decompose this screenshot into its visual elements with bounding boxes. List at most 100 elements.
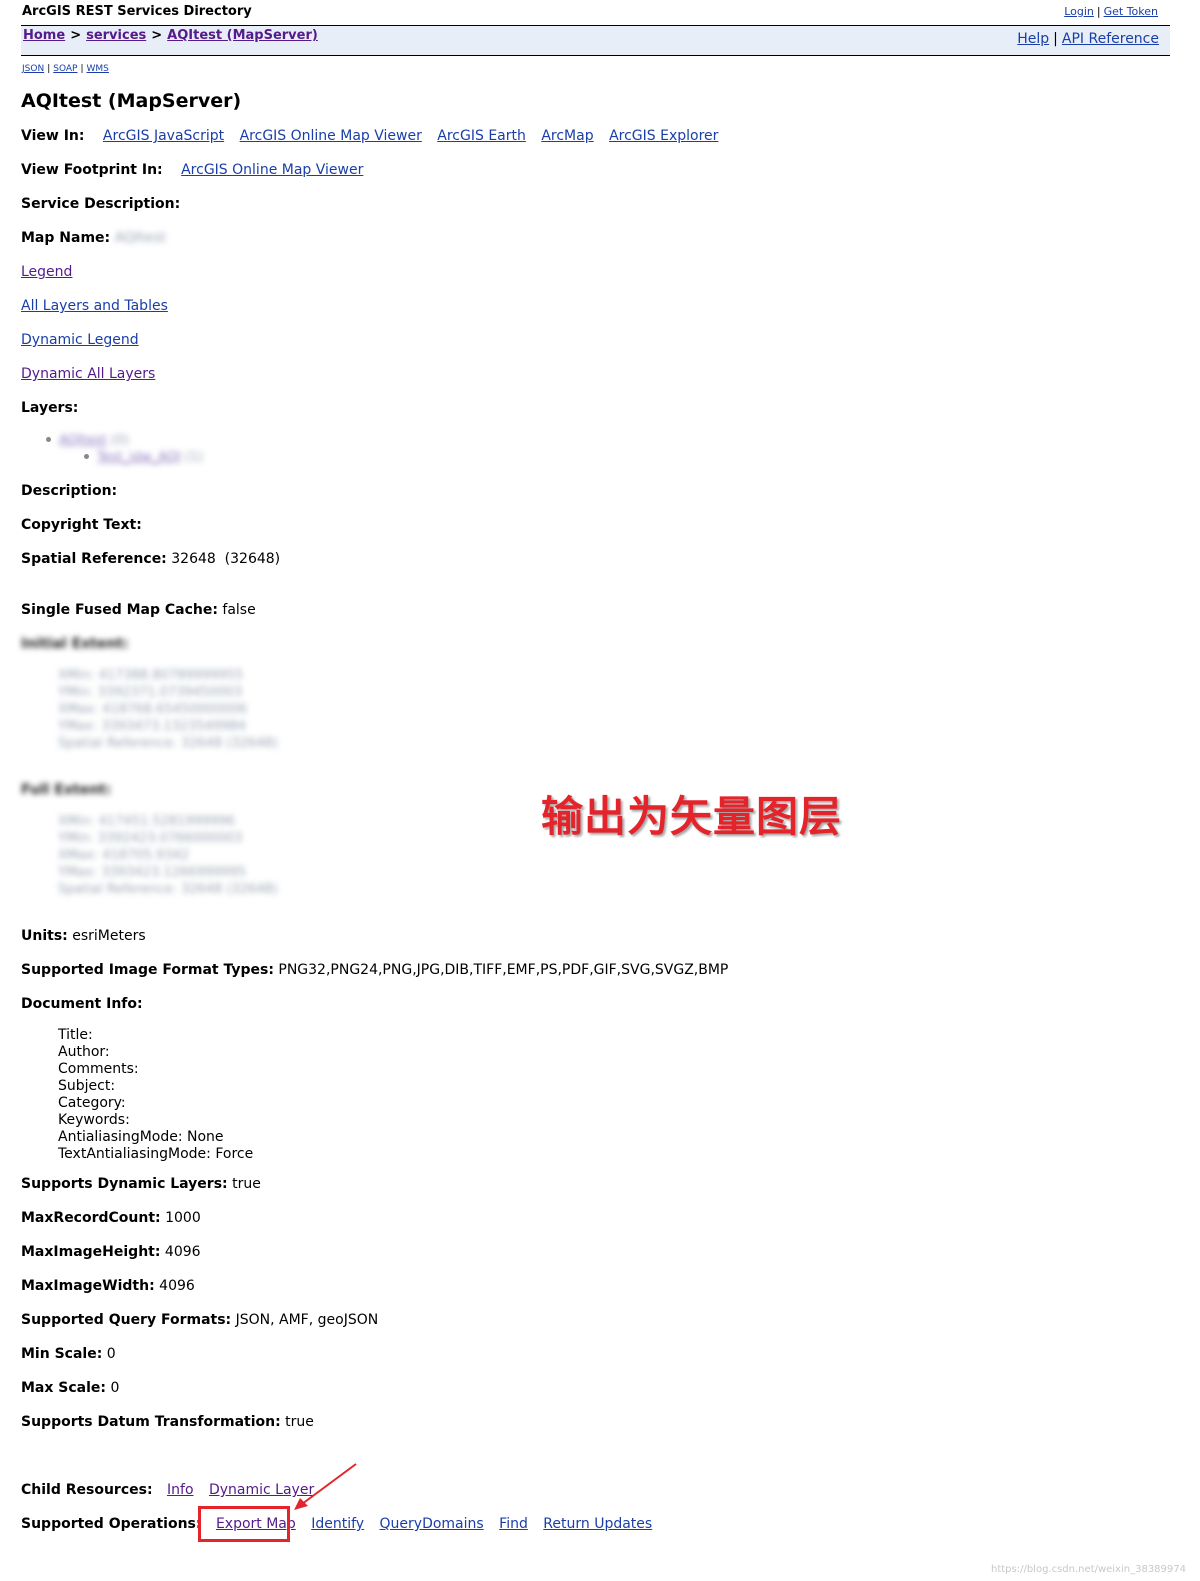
dynamic-all-layers-row: Dynamic All Layers [21,366,155,382]
breadcrumb-home[interactable]: Home [23,28,65,43]
view-footprint-link[interactable]: ArcGIS Online Map Viewer [181,162,363,178]
max-record-value: 1000 [165,1210,201,1226]
dynamic-layers-value: true [232,1176,261,1192]
watermark: https://blog.csdn.net/weixin_38389974 [990,1564,1186,1575]
dynamic-all-layers-link[interactable]: Dynamic All Layers [21,366,155,382]
find-link[interactable]: Find [499,1516,528,1532]
json-link[interactable]: JSON [22,64,44,74]
layer-item: AQItest (0) [44,432,203,449]
image-formats-label: Supported Image Format Types: [21,962,274,978]
view-footprint-row: View Footprint In: ArcGIS Online Map Vie… [21,162,363,178]
spatial-reference-value: 32648 (32648) [171,551,281,567]
breadcrumb-current[interactable]: AQItest (MapServer) [167,28,318,43]
layers-row: Layers: [21,400,78,416]
view-in-row: View In: ArcGIS JavaScript ArcGIS Online… [21,128,729,144]
document-info-label: Document Info: [21,996,143,1012]
map-name-value: AQItest [114,230,166,246]
view-in-arcgis-online-map-viewer[interactable]: ArcGIS Online Map Viewer [240,128,422,144]
top-links: Login | Get Token [1064,5,1158,18]
full-extent-row: Full Extent: [21,782,111,798]
layer-link[interactable]: AQItest [59,433,107,448]
wms-link[interactable]: WMS [87,64,109,74]
view-in-arcgis-earth[interactable]: ArcGIS Earth [437,128,526,144]
max-record-row: MaxRecordCount: 1000 [21,1210,201,1226]
description-label: Description: [21,483,118,499]
all-layers-row: All Layers and Tables [21,298,168,314]
datum-value: true [285,1414,314,1430]
operations-label: Supported Operations: [21,1516,202,1532]
doc-info-line: Keywords: [58,1112,130,1128]
breadcrumb: Home > services > AQItest (MapServer) [23,28,318,43]
units-value: esriMeters [72,928,146,944]
view-in-arcgis-explorer[interactable]: ArcGIS Explorer [609,128,718,144]
api-reference-link[interactable]: API Reference [1062,31,1159,47]
units-row: Units: esriMeters [21,928,146,944]
map-name-label: Map Name: [21,230,111,246]
query-domains-link[interactable]: QueryDomains [380,1516,484,1532]
extent-line: Spatial Reference: 32648 (32648) [58,736,278,751]
max-width-row: MaxImageWidth: 4096 [21,1278,195,1294]
extent-line: XMin: 417388.80789999955 [58,668,244,683]
extent-line: XMax: 418705.9342 [58,848,190,863]
layer-id: (1) [184,450,204,465]
dynamic-legend-row: Dynamic Legend [21,332,139,348]
single-fused-value: false [222,602,256,618]
help-link[interactable]: Help [1017,31,1049,47]
doc-info-line: Subject: [58,1078,116,1094]
doc-info-line: Title: [58,1027,93,1043]
highlight-box [198,1506,290,1542]
service-description-row: Service Description: [21,196,180,212]
max-scale-row: Max Scale: 0 [21,1380,119,1396]
navbar: Home > services > AQItest (MapServer) Help | A… [21,25,1170,56]
document-info-block: Title: Author: Comments: Subject: Catego… [58,1027,253,1163]
all-layers-link[interactable]: All Layers and Tables [21,298,168,314]
layers-label: Layers: [21,400,79,416]
max-height-value: 4096 [164,1244,201,1260]
description-row: Description: [21,483,117,499]
doc-info-line: Author: [58,1044,110,1060]
extent-line: YMax: 3393423.1266999995 [58,865,247,880]
extent-line: YMax: 3393473.1323549984 [58,719,247,734]
login-link[interactable]: Login [1064,5,1094,18]
format-links: JSON | SOAP | WMS [22,64,109,74]
map-name-row: Map Name: AQItest [21,230,166,246]
units-label: Units: [21,928,68,944]
max-scale-label: Max Scale: [21,1380,107,1396]
datum-row: Supports Datum Transformation: true [21,1414,314,1430]
bullet-icon [84,454,89,459]
view-footprint-label: View Footprint In: [21,162,163,178]
view-in-arcgis-javascript[interactable]: ArcGIS JavaScript [103,128,224,144]
layer-link[interactable]: Test_idw_AQI [97,450,181,465]
view-in-label: View In: [21,128,85,144]
min-scale-value: 0 [106,1346,116,1362]
extent-line: XMin: 417451.5281999996 [58,814,235,829]
dynamic-layers-row: Supports Dynamic Layers: true [21,1176,261,1192]
app-title: ArcGIS REST Services Directory [22,4,252,19]
legend-link[interactable]: Legend [21,264,72,280]
image-formats-value: PNG32,PNG24,PNG,JPG,DIB,TIFF,EMF,PS,PDF,… [278,962,729,978]
dynamic-layers-label: Supports Dynamic Layers: [21,1176,228,1192]
datum-label: Supports Datum Transformation: [21,1414,281,1430]
breadcrumb-services[interactable]: services [86,28,146,43]
max-record-label: MaxRecordCount: [21,1210,161,1226]
extent-line: XMax: 418768.65450000006 [58,702,248,717]
extent-line: YMin: 3392371.0739450003 [58,685,243,700]
max-width-label: MaxImageWidth: [21,1278,155,1294]
single-fused-row: Single Fused Map Cache: false [21,602,256,618]
full-extent-block: XMin: 417451.5281999996 YMin: 3392423.07… [58,813,278,898]
soap-link[interactable]: SOAP [53,64,77,74]
full-extent-label: Full Extent: [21,782,112,798]
breadcrumb-separator: > [70,28,82,43]
query-formats-value: JSON, AMF, geoJSON [235,1312,379,1328]
return-updates-link[interactable]: Return Updates [543,1516,652,1532]
dynamic-legend-link[interactable]: Dynamic Legend [21,332,139,348]
max-height-label: MaxImageHeight: [21,1244,161,1260]
child-info-link[interactable]: Info [167,1482,194,1498]
service-description-label: Service Description: [21,196,181,212]
copyright-label: Copyright Text: [21,517,142,533]
layer-item: Test_idw_AQI (1) [82,449,203,466]
extent-line: YMin: 3392423.0766000003 [58,831,243,846]
view-in-arcmap[interactable]: ArcMap [541,128,593,144]
query-formats-label: Supported Query Formats: [21,1312,232,1328]
get-token-link[interactable]: Get Token [1104,5,1158,18]
